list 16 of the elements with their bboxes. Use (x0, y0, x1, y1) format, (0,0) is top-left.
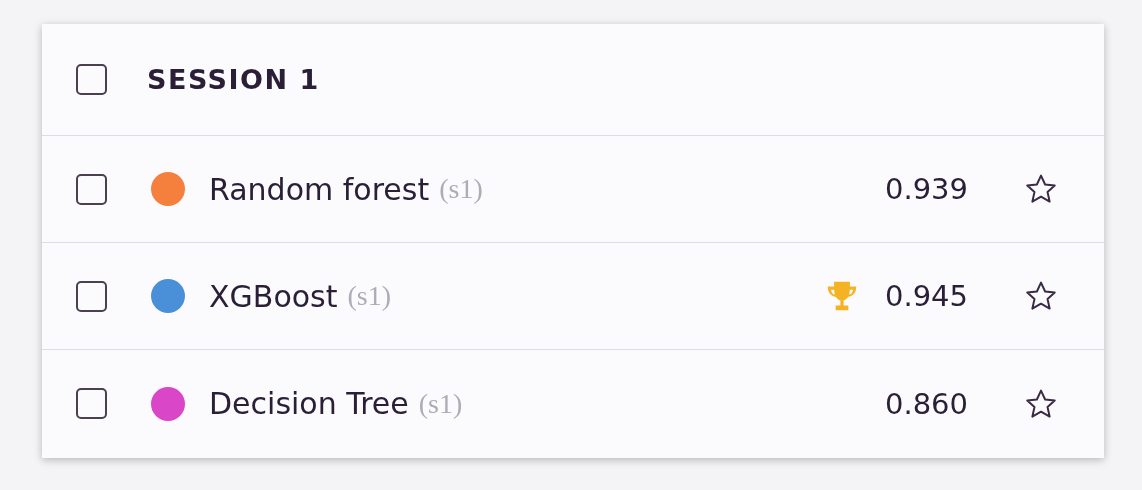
checkbox[interactable] (76, 280, 107, 312)
session-tag: (s1) (347, 280, 392, 312)
model-name: Decision Tree (209, 386, 409, 421)
score-value: 0.945 (884, 279, 968, 313)
checkbox[interactable] (76, 388, 107, 419)
session-title: SESSION 1 (147, 64, 320, 95)
checkbox[interactable] (76, 173, 107, 205)
session-tag: (s1) (439, 173, 483, 205)
model-name: XGBoost (209, 278, 338, 314)
checkbox[interactable] (76, 64, 107, 95)
model-name: Random forest (209, 171, 430, 207)
score-value: 0.939 (884, 172, 968, 206)
star-icon[interactable] (1024, 172, 1058, 206)
session-tag: (s1) (418, 387, 463, 420)
score-value: 0.860 (884, 386, 968, 421)
star-icon[interactable] (1024, 279, 1058, 313)
